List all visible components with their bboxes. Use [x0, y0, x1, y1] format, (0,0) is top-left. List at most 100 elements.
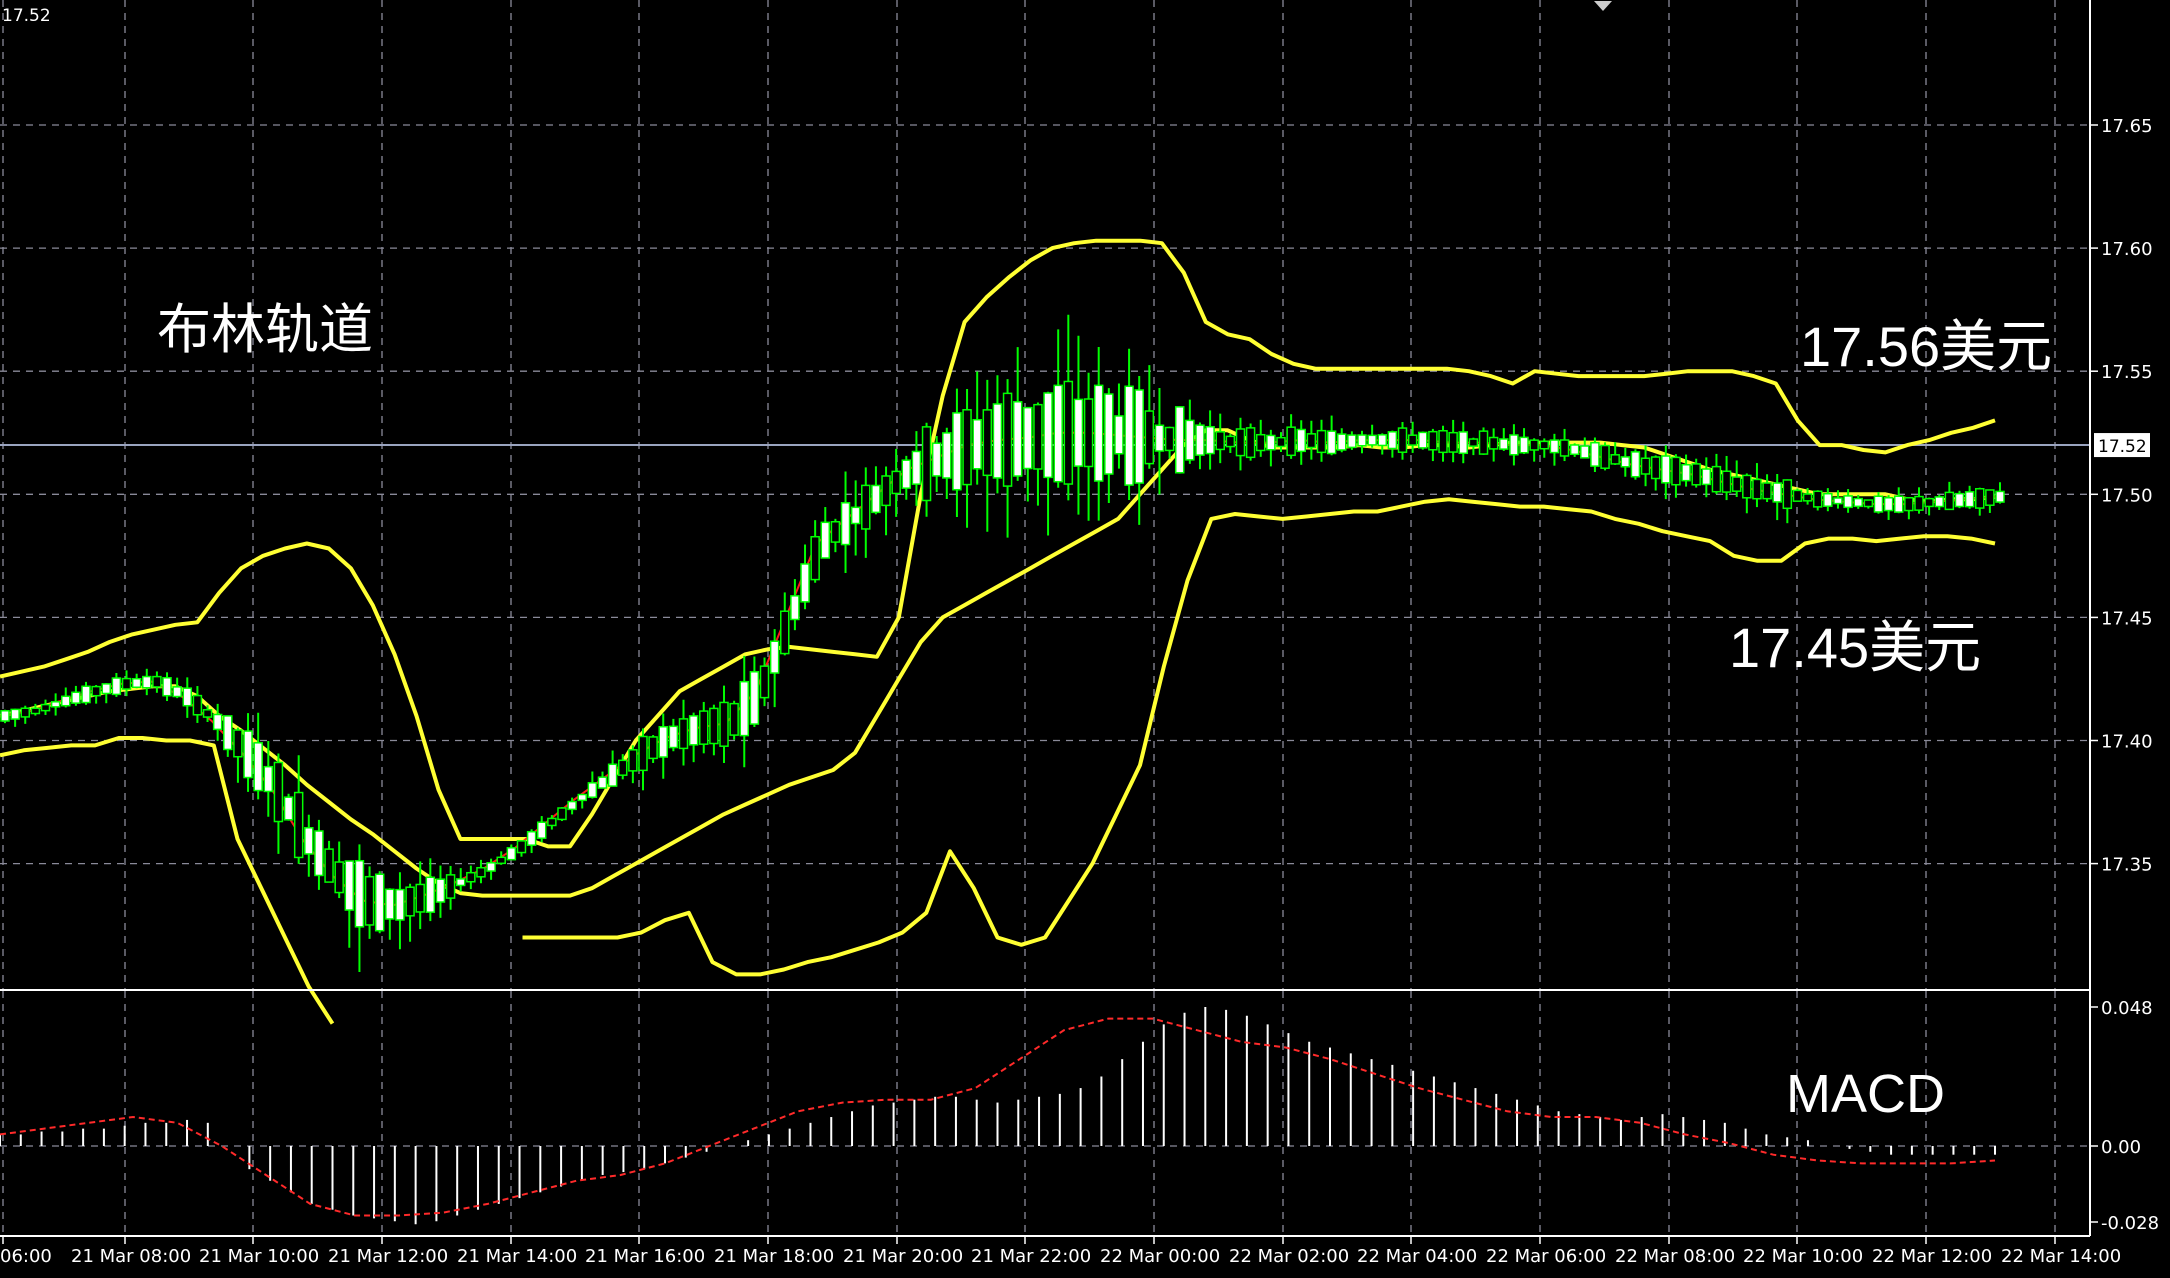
- candle-body: [536, 821, 547, 839]
- candle-body: [921, 426, 932, 502]
- candle-body: [1782, 479, 1793, 510]
- candle-body: [597, 776, 608, 789]
- candle-body: [1235, 428, 1246, 457]
- candle-body: [1286, 426, 1296, 457]
- candle-body: [617, 759, 628, 776]
- candle-body: [1904, 497, 1914, 512]
- candle-body: [547, 817, 557, 827]
- candle-body: [395, 888, 405, 921]
- candle-body: [0, 710, 10, 722]
- candle-body: [10, 708, 20, 720]
- candle-body: [1954, 492, 1965, 508]
- candle-body: [1367, 434, 1377, 446]
- time-tick-label: 21 Mar 16:00: [585, 1246, 705, 1267]
- candle-body: [324, 848, 334, 883]
- time-tick-label: 22 Mar 04:00: [1357, 1246, 1477, 1267]
- candle-body: [81, 685, 91, 704]
- candle-body: [415, 883, 425, 913]
- candle-body: [1458, 431, 1469, 455]
- candle-body: [405, 886, 415, 917]
- candle-body: [1549, 439, 1560, 454]
- candle-body: [1509, 434, 1519, 456]
- candle-body: [759, 665, 770, 699]
- candle-body: [1620, 456, 1631, 468]
- candle-body: [678, 718, 689, 750]
- candle-body: [314, 830, 324, 877]
- candle-body: [688, 715, 699, 746]
- candle-body: [212, 713, 223, 731]
- current-price-tag: 17.52: [2094, 433, 2150, 458]
- candle-body: [1377, 434, 1388, 447]
- candle-body: [1002, 392, 1013, 487]
- candle-body: [385, 888, 395, 920]
- candle-body: [607, 763, 618, 787]
- candle-body: [1934, 496, 1944, 508]
- candle-body: [152, 675, 162, 688]
- candle-body: [1043, 392, 1053, 479]
- candle-body: [1033, 403, 1043, 470]
- candle-body: [1185, 419, 1195, 461]
- candle-body: [1468, 438, 1479, 447]
- price-chart: 17.65 17.60 17.55 17.50 17.45 17.40 17.35 0.04…: [0, 0, 2170, 1278]
- candle-body: [1124, 385, 1134, 486]
- candle-body: [293, 791, 304, 859]
- candle-body: [1742, 474, 1752, 499]
- candle-body: [334, 861, 344, 894]
- candle-body: [1438, 430, 1448, 454]
- candle-body: [1691, 463, 1701, 486]
- candle-body: [1012, 401, 1023, 477]
- candle-body: [1843, 495, 1853, 509]
- top-left-value: 17.52: [2, 6, 51, 26]
- candle-body: [800, 563, 810, 603]
- price-tick-label: 17.50: [2101, 485, 2153, 506]
- candle-body: [131, 677, 142, 689]
- candle-body: [506, 847, 517, 861]
- candle-body: [962, 409, 972, 486]
- candle-body: [749, 671, 760, 725]
- candle-body: [1974, 488, 1985, 509]
- candle-body: [1995, 490, 2005, 503]
- candle-body: [1711, 465, 1722, 493]
- candle-body: [972, 418, 982, 470]
- candle-body: [263, 765, 274, 793]
- macd-title: MACD: [1786, 1064, 1945, 1124]
- candle-body: [1640, 457, 1651, 475]
- time-tick-label: 21 Mar 22:00: [971, 1246, 1091, 1267]
- candle-body: [719, 701, 729, 747]
- macd-tick-label: -0.028: [2101, 1213, 2159, 1234]
- candle-body: [202, 709, 213, 718]
- candle-body: [121, 677, 132, 690]
- time-tick-label: 21 Mar 08:00: [71, 1246, 191, 1267]
- candle-body: [1083, 398, 1094, 468]
- candle-body: [739, 680, 750, 737]
- candle-body: [1195, 424, 1205, 456]
- price-tick-label: 17.35: [2101, 855, 2153, 876]
- candle-body: [435, 878, 446, 903]
- candle-body: [1964, 491, 1975, 508]
- candle-body: [1944, 491, 1955, 511]
- candle-body: [1357, 434, 1367, 447]
- candle-body: [1276, 436, 1286, 448]
- price-tick-label: 17.60: [2101, 239, 2153, 260]
- candle-body: [1428, 430, 1438, 451]
- candle-body: [850, 506, 861, 525]
- candle-body: [1144, 410, 1155, 465]
- candle-body: [526, 830, 537, 846]
- candle-body: [1387, 431, 1398, 450]
- candle-body: [992, 403, 1003, 479]
- candle-body: [304, 827, 314, 855]
- candle-body: [182, 687, 193, 707]
- candle-body: [233, 729, 243, 758]
- candle-body: [931, 442, 942, 477]
- resistance-annotation: 17.56美元: [1800, 315, 2052, 378]
- candle-body: [587, 782, 598, 798]
- candle-body: [1053, 384, 1063, 483]
- candle-body: [101, 683, 112, 695]
- candle-body: [1630, 451, 1641, 478]
- candle-body: [1721, 470, 1732, 493]
- candle-body: [1063, 380, 1074, 485]
- candle-body: [1600, 444, 1610, 469]
- candle-body: [790, 595, 800, 621]
- candle-body: [1205, 425, 1215, 455]
- candle-body: [577, 793, 587, 802]
